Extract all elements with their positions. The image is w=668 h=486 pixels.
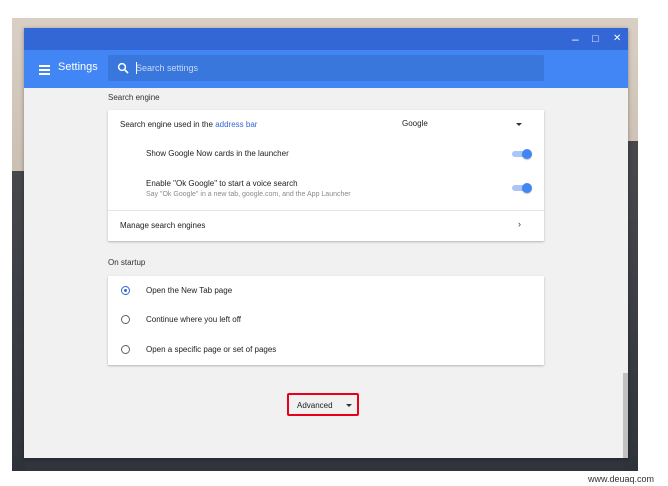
radio-continue[interactable] [121,315,130,324]
manage-search-engines-row[interactable]: Manage search engines › [108,211,544,241]
page-title: Settings [58,61,98,73]
startup-option-continue[interactable]: Continue where you left off [108,305,544,334]
chevron-down-icon [346,404,352,407]
radio-specific-pages[interactable] [121,345,130,354]
section-title-on-startup: On startup [108,258,146,267]
search-engine-select[interactable]: Google [402,119,528,133]
hamburger-menu-icon[interactable] [39,65,50,75]
google-now-toggle[interactable] [511,148,533,160]
search-icon [117,62,129,74]
close-button[interactable]: ✕ [613,31,621,47]
google-now-row: Show Google Now cards in the launcher [108,138,544,166]
search-engine-row: Search engine used in the address bar Go… [108,110,544,138]
startup-option-label: Continue where you left off [146,315,242,324]
ok-google-label: Enable "Ok Google" to start a voice sear… [146,179,298,188]
startup-option-specific-pages[interactable]: Open a specific page or set of pages [108,334,544,365]
chevron-right-icon: › [518,219,521,229]
search-engine-label: Search engine used in the address bar [120,120,257,129]
radio-new-tab[interactable] [121,286,130,295]
google-now-label: Show Google Now cards in the launcher [146,149,289,158]
startup-option-label: Open a specific page or set of pages [146,345,277,354]
advanced-button[interactable]: Advanced [287,393,359,416]
manage-search-engines-label: Manage search engines [120,221,206,230]
title-bar: – □ ✕ [24,28,628,50]
ok-google-description: Say "Ok Google" in a new tab, google.com… [146,191,351,198]
on-startup-card: Open the New Tab page Continue where you… [108,276,544,365]
maximize-button[interactable]: □ [592,31,599,47]
startup-option-label: Open the New Tab page [146,286,233,295]
text-caret [136,62,137,74]
address-bar-link[interactable]: address bar [215,120,257,129]
search-engine-card: Search engine used in the address bar Go… [108,110,544,241]
chevron-down-icon [516,123,522,126]
scrollbar[interactable] [623,373,628,458]
section-title-search-engine: Search engine [108,93,160,102]
watermark: www.deuaq.com [587,474,654,484]
search-box[interactable] [108,55,544,81]
settings-content: Search engine Search engine used in the … [24,88,628,458]
startup-option-new-tab[interactable]: Open the New Tab page [108,276,544,305]
advanced-label: Advanced [297,401,333,410]
search-engine-select-value: Google [402,119,428,128]
search-engine-label-text: Search engine used in the [120,120,216,129]
app-header: Settings [24,50,628,88]
minimize-button[interactable]: – [572,31,579,47]
search-input[interactable] [136,60,526,76]
ok-google-row: Enable "Ok Google" to start a voice sear… [108,166,544,209]
settings-window: – □ ✕ Settings Search engine Search engi… [24,28,628,458]
ok-google-toggle[interactable] [511,182,533,194]
